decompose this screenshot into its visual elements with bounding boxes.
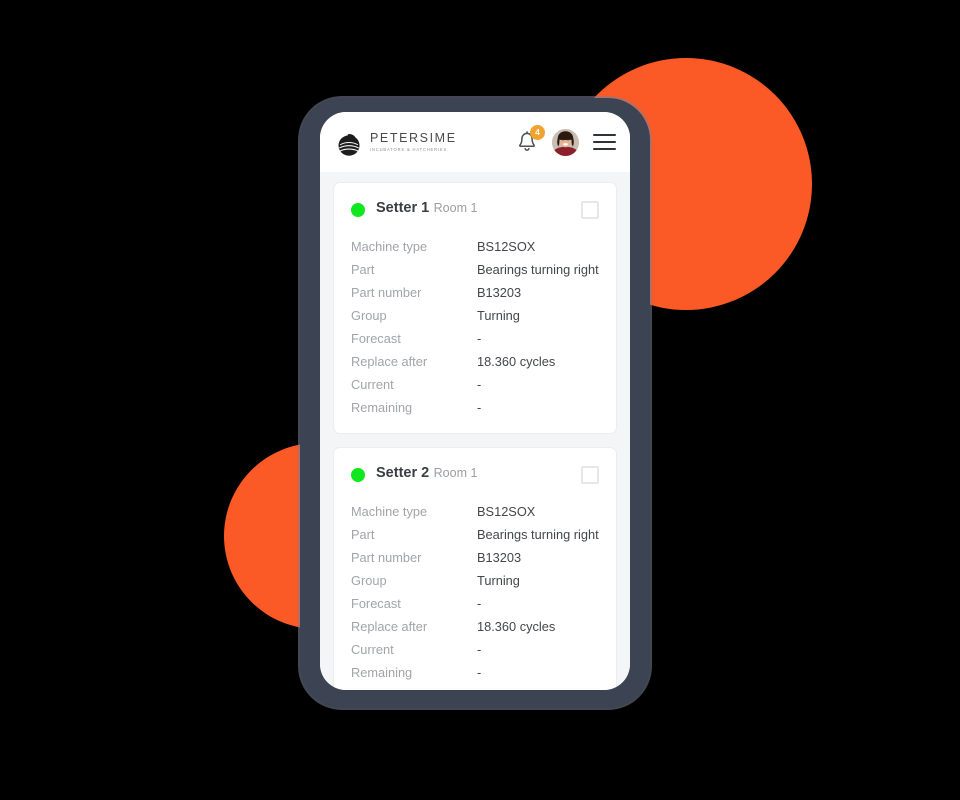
spec-label: Machine type [351, 504, 428, 519]
spec-row-machine-type: Machine type BS12SOX [351, 235, 599, 258]
spec-row-remaining: Remaining - [351, 661, 599, 684]
hamburger-bar-3 [593, 148, 616, 150]
brand-name: PETERSIME [370, 131, 457, 146]
machine-name: Setter 2 [376, 465, 430, 481]
spec-value: B13203 [477, 550, 522, 565]
card-title-block: Setter 1 Room 1 [376, 199, 477, 218]
machine-room: Room 1 [433, 466, 478, 480]
hamburger-bar-2 [593, 141, 616, 143]
spec-value: BS12SOX [477, 504, 536, 519]
machine-room: Room 1 [433, 201, 478, 215]
spec-row-machine-type: Machine type BS12SOX [351, 500, 599, 523]
brand-text-block: PETERSIME INCUBATORS & HATCHERIES [370, 131, 457, 152]
status-indicator-dot [351, 203, 365, 217]
spec-value: Turning [477, 308, 520, 323]
spec-row-remaining: Remaining - [351, 396, 599, 419]
spec-row-part: Part Bearings turning right [351, 258, 599, 281]
spec-row-part: Part Bearings turning right [351, 523, 599, 546]
spec-value: 18.360 cycles [477, 619, 556, 634]
spec-value: Bearings turning right [477, 527, 599, 542]
spec-value: - [477, 642, 482, 657]
spec-label: Forecast [351, 331, 401, 346]
spec-label: Current [351, 642, 394, 657]
spec-label: Forecast [351, 596, 401, 611]
machine-card[interactable]: Setter 2 Room 1 Machine type BS12SOX Par… [333, 447, 617, 690]
spec-row-group: Group Turning [351, 304, 599, 327]
user-avatar[interactable] [552, 128, 579, 156]
spec-label: Remaining [351, 665, 413, 680]
spec-value: Bearings turning right [477, 262, 599, 277]
notifications-button[interactable]: 4 [516, 125, 545, 154]
card-header: Setter 1 Room 1 [351, 199, 599, 219]
machine-name: Setter 1 [376, 200, 430, 216]
spec-value: - [477, 377, 482, 392]
spec-label: Group [351, 573, 387, 588]
spec-value: Turning [477, 573, 520, 588]
app-header: PETERSIME INCUBATORS & HATCHERIES 4 [320, 112, 630, 172]
status-indicator-dot [351, 468, 365, 482]
spec-label: Replace after [351, 619, 428, 634]
spec-value: 18.360 cycles [477, 354, 556, 369]
spec-row-replace-after: Replace after 18.360 cycles [351, 350, 599, 373]
spec-row-part-number: Part number B13203 [351, 281, 599, 304]
spec-value: BS12SOX [477, 239, 536, 254]
spec-row-group: Group Turning [351, 569, 599, 592]
spec-row-part-number: Part number B13203 [351, 546, 599, 569]
phone-screen: PETERSIME INCUBATORS & HATCHERIES 4 Sett… [320, 112, 630, 690]
spec-value: B13203 [477, 285, 522, 300]
spec-label: Remaining [351, 400, 413, 415]
spec-label: Machine type [351, 239, 428, 254]
spec-value: - [477, 331, 482, 346]
brand-logo[interactable]: PETERSIME INCUBATORS & HATCHERIES [336, 128, 457, 156]
spec-label: Part [351, 527, 375, 542]
header-actions: 4 [516, 125, 616, 156]
machine-list[interactable]: Setter 1 Room 1 Machine type BS12SOX Par… [320, 168, 630, 690]
hamburger-menu-button[interactable] [593, 132, 616, 152]
screenshot-canvas: PETERSIME INCUBATORS & HATCHERIES 4 Sett… [0, 0, 960, 800]
card-header: Setter 2 Room 1 [351, 464, 599, 484]
spec-value: - [477, 665, 482, 680]
select-machine-checkbox[interactable] [581, 466, 599, 484]
brand-tagline: INCUBATORS & HATCHERIES [370, 146, 448, 152]
spec-row-current: Current - [351, 638, 599, 661]
spec-row-forecast: Forecast - [351, 327, 599, 350]
spec-row-current: Current - [351, 373, 599, 396]
select-machine-checkbox[interactable] [581, 201, 599, 219]
petersime-egg-logo-icon [336, 128, 362, 156]
spec-row-forecast: Forecast - [351, 592, 599, 615]
hamburger-bar-1 [593, 134, 616, 136]
spec-label: Group [351, 308, 387, 323]
spec-label: Part number [351, 285, 422, 300]
card-title-block: Setter 2 Room 1 [376, 464, 477, 483]
spec-row-replace-after: Replace after 18.360 cycles [351, 615, 599, 638]
spec-value: - [477, 400, 482, 415]
notification-badge-count: 4 [530, 125, 545, 140]
spec-value: - [477, 596, 482, 611]
spec-label: Part number [351, 550, 422, 565]
machine-card[interactable]: Setter 1 Room 1 Machine type BS12SOX Par… [333, 182, 617, 434]
spec-label: Current [351, 377, 394, 392]
spec-label: Part [351, 262, 375, 277]
spec-label: Replace after [351, 354, 428, 369]
